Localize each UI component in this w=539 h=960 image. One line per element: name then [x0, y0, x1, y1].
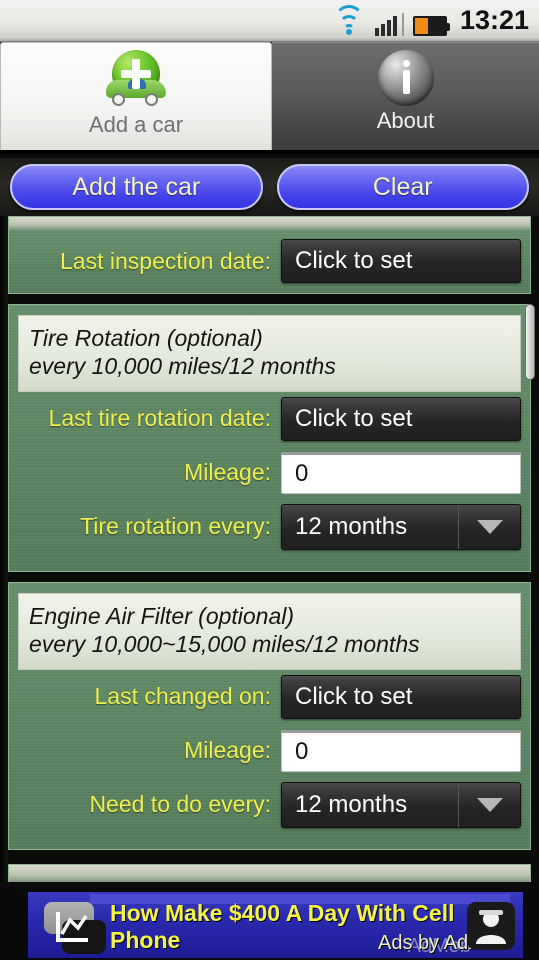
last-inspection-date-button[interactable]: Click to set — [281, 239, 521, 283]
scrollbar-thumb[interactable] — [525, 304, 535, 380]
tire-rotation-interval-spinner[interactable]: 12 months — [281, 503, 521, 550]
card-engine-air-filter: Engine Air Filter (optional) every 10,00… — [8, 582, 531, 850]
info-icon — [377, 50, 434, 106]
row-engine-air-filter-interval: Need to do every: 12 months — [9, 778, 530, 832]
status-bar: 13:21 — [0, 0, 539, 42]
tab-about-label: About — [376, 108, 435, 133]
tire-rotation-mileage-label: Mileage: — [184, 459, 271, 486]
chevron-down-icon — [458, 504, 520, 549]
clear-button[interactable]: Clear — [276, 164, 529, 210]
tire-rotation-mileage-input[interactable]: 0 — [281, 451, 521, 494]
row-tire-rotation-mileage: Mileage: 0 — [9, 446, 530, 500]
ad-banner-inner[interactable]: How Make $400 A Day With Cell Phone AdMo… — [28, 892, 523, 958]
app-screen: 13:21 Add a car About Add the car Clear — [0, 0, 539, 960]
engine-air-filter-interval-value: 12 months — [295, 790, 408, 818]
card-tire-rotation: Tire Rotation (optional) every 10,000 mi… — [8, 304, 531, 572]
engine-air-filter-interval-label: Need to do every: — [89, 791, 271, 818]
chevron-down-icon — [458, 782, 520, 827]
tire-rotation-title: Tire Rotation (optional) — [29, 325, 263, 351]
engine-air-filter-date-label: Last changed on: — [94, 683, 271, 710]
card-inspection: Last inspection date: Click to set — [8, 230, 531, 294]
clipped-panel-top — [8, 216, 531, 230]
tire-rotation-date-button[interactable]: Click to set — [281, 396, 521, 441]
row-tire-rotation-interval: Tire rotation every: 12 months — [9, 500, 530, 554]
row-tire-rotation-date: Last tire rotation date: Click to set — [9, 392, 530, 446]
engine-air-filter-date-button[interactable]: Click to set — [281, 674, 521, 719]
tab-bar: Add a car About — [0, 42, 539, 154]
add-car-icon — [104, 50, 168, 110]
signal-icon — [374, 12, 404, 36]
ad-thumbnail-icon[interactable] — [467, 902, 515, 950]
engine-air-filter-mileage-input[interactable]: 0 — [281, 729, 521, 772]
clipped-panel-bottom — [8, 864, 531, 882]
form-scroll-area[interactable]: Last inspection date: Click to set Tire … — [0, 216, 539, 882]
action-bar: Add the car Clear — [0, 158, 539, 216]
tab-about[interactable]: About — [272, 42, 539, 150]
tab-add-a-car[interactable]: Add a car — [0, 42, 272, 150]
tire-rotation-header: Tire Rotation (optional) every 10,000 mi… — [18, 315, 521, 392]
row-engine-air-filter-mileage: Mileage: 0 — [9, 724, 530, 778]
wifi-icon — [332, 5, 366, 36]
engine-air-filter-title: Engine Air Filter (optional) — [29, 603, 295, 629]
status-clock: 13:21 — [459, 5, 529, 35]
chart-line-icon — [56, 912, 88, 942]
tire-rotation-date-label: Last tire rotation date: — [48, 405, 271, 432]
tire-rotation-subtitle: every 10,000 miles/12 months — [29, 353, 336, 380]
engine-air-filter-interval-spinner[interactable]: 12 months — [281, 781, 521, 828]
engine-air-filter-mileage-label: Mileage: — [184, 737, 271, 764]
battery-icon — [412, 16, 450, 36]
tire-rotation-interval-label: Tire rotation every: — [80, 513, 271, 540]
engine-air-filter-header: Engine Air Filter (optional) every 10,00… — [18, 593, 521, 670]
ad-banner[interactable]: How Make $400 A Day With Cell Phone AdMo… — [0, 882, 539, 960]
row-last-inspection-date: Last inspection date: Click to set — [9, 230, 530, 292]
left-rail — [0, 216, 8, 882]
engine-air-filter-subtitle: every 10,000~15,000 miles/12 months — [29, 631, 420, 658]
status-icons: 13:21 — [332, 5, 539, 36]
tab-underline — [0, 150, 539, 154]
tab-add-a-car-label: Add a car — [88, 112, 184, 137]
last-inspection-date-label: Last inspection date: — [60, 247, 271, 274]
ad-chart-icon — [44, 902, 106, 954]
row-engine-air-filter-date: Last changed on: Click to set — [9, 670, 530, 724]
add-the-car-button[interactable]: Add the car — [10, 164, 263, 210]
tire-rotation-interval-value: 12 months — [295, 512, 408, 540]
person-icon — [476, 910, 506, 944]
